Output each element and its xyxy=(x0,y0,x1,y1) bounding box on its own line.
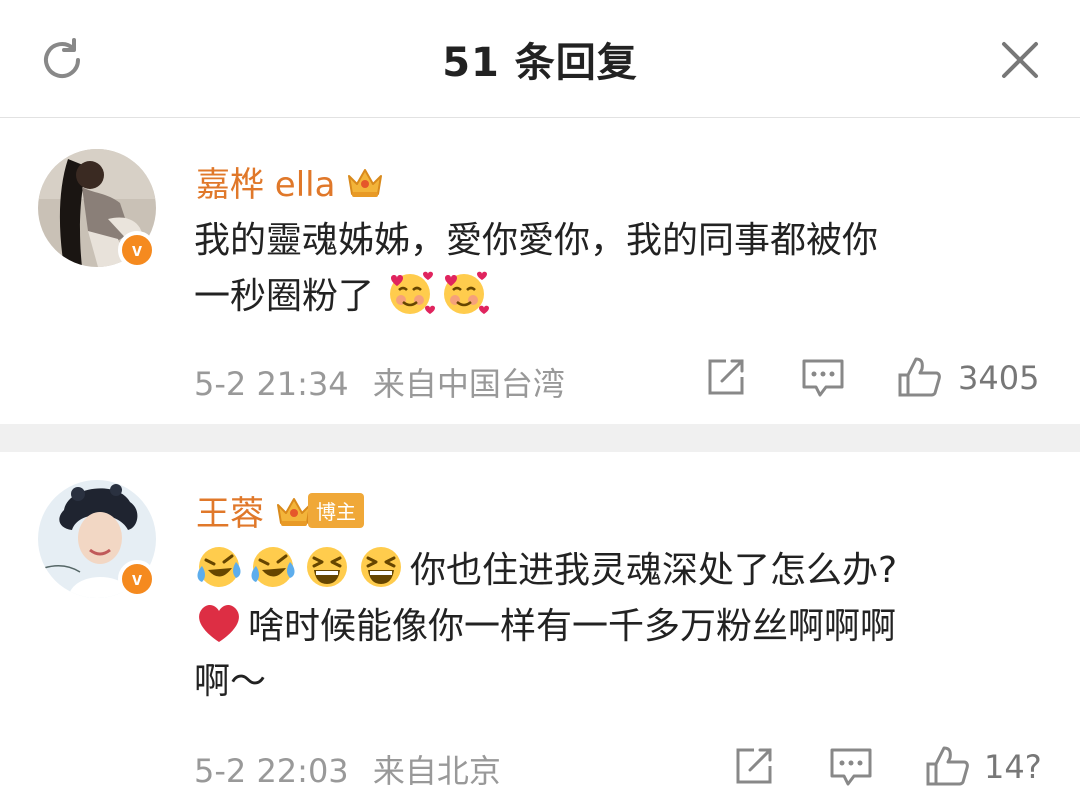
verified-badge: v xyxy=(118,560,156,598)
like-icon[interactable] xyxy=(896,355,942,399)
verified-badge: v xyxy=(118,231,156,269)
share-icon[interactable] xyxy=(732,744,776,788)
crown-icon xyxy=(348,168,383,197)
comment-text-line: 一秒圈粉了 xyxy=(194,268,1024,324)
close-icon[interactable] xyxy=(998,38,1042,82)
page-title: 51 条回复 xyxy=(442,40,638,86)
comment-text-span: 你也住进我灵魂深处了怎么办? xyxy=(410,550,898,591)
comment-text-line: 啊～ xyxy=(194,661,267,702)
like-count: 14? xyxy=(984,748,1042,786)
blogger-badge: 博主 xyxy=(274,493,364,529)
comment-location: 来自中国台湾 xyxy=(372,365,565,403)
red-heart-icon xyxy=(199,604,239,642)
share-icon[interactable] xyxy=(704,355,748,399)
loudly-crying-laughing-icon xyxy=(197,547,241,587)
reply-header: 51 条回复 xyxy=(0,0,1080,118)
comment-item: v 嘉桦 ella 我的靈魂姊姊，愛你愛你，我的同事都被你 一秒圈粉了 5-2 … xyxy=(0,119,1080,424)
smiling-face-with-hearts-icon xyxy=(444,271,490,314)
grinning-squint-icon xyxy=(361,547,401,587)
name-row: 嘉桦 ella xyxy=(196,157,385,206)
comment-text: 你也住进我灵魂深处了怎么办? 啥时候能像你一样有一千多万粉丝啊啊啊 啊～ xyxy=(194,542,1024,709)
blogger-label: 博主 xyxy=(308,493,364,528)
comment-location: 来自北京 xyxy=(372,752,501,790)
smiling-face-with-hearts-icon xyxy=(390,271,436,314)
comment-time: 5-2 22:03 xyxy=(194,752,349,790)
comment-text-line: 啥时候能像你一样有一千多万粉丝啊啊啊 xyxy=(194,598,1024,654)
loudly-crying-laughing-icon xyxy=(251,547,295,587)
comment-text-span: 一秒圈粉了 xyxy=(194,276,375,317)
username[interactable]: 嘉桦 ella xyxy=(196,157,335,206)
comment-text-span: 啥时候能像你一样有一千多万粉丝啊啊啊 xyxy=(248,606,897,647)
comment-item: v 王蓉 博主 你也住进我灵魂深处了怎么办? 啥时候能像你一样有一千多万粉丝啊啊… xyxy=(0,452,1080,812)
like-icon[interactable] xyxy=(924,744,970,788)
comment-separator xyxy=(0,424,1080,452)
comment-meta: 5-2 21:34 来自中国台湾 xyxy=(194,359,565,405)
comment-time: 5-2 21:34 xyxy=(194,365,349,403)
comment-icon[interactable] xyxy=(828,744,874,788)
like-count: 3405 xyxy=(958,359,1040,397)
comment-meta: 5-2 22:03 来自北京 xyxy=(194,746,501,792)
comment-icon[interactable] xyxy=(800,355,846,399)
comment-text: 我的靈魂姊姊，愛你愛你，我的同事都被你 一秒圈粉了 xyxy=(194,213,1024,324)
comment-text-line: 我的靈魂姊姊，愛你愛你，我的同事都被你 xyxy=(194,220,879,261)
username[interactable]: 王蓉 xyxy=(196,486,264,535)
grinning-squint-icon xyxy=(307,547,347,587)
comment-text-line: 你也住进我灵魂深处了怎么办? xyxy=(194,542,1024,598)
name-row: 王蓉 博主 xyxy=(196,486,364,535)
